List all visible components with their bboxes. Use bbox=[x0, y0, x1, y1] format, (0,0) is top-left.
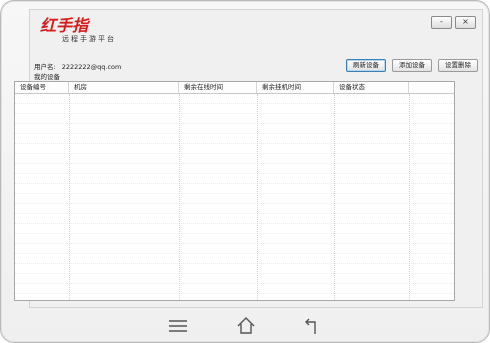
table-row[interactable] bbox=[15, 284, 454, 294]
table-row[interactable] bbox=[15, 274, 454, 284]
username-value: 2222222@qq.com bbox=[61, 63, 122, 71]
table-body bbox=[15, 94, 454, 300]
table-row[interactable] bbox=[15, 144, 454, 154]
close-button[interactable]: × bbox=[455, 16, 476, 29]
logo-brand: 红手指 bbox=[40, 12, 88, 36]
table-row[interactable] bbox=[15, 224, 454, 234]
column-header-device-id[interactable]: 设备编号 bbox=[15, 82, 69, 93]
table-header: 设备编号 机房 剩余在线时间 剩余挂机时间 设备状态 bbox=[15, 82, 454, 94]
logo-tagline: 远程手游平台 bbox=[62, 35, 116, 43]
table-row[interactable] bbox=[15, 264, 454, 274]
home-icon[interactable] bbox=[235, 315, 257, 337]
column-divider bbox=[334, 94, 335, 300]
table-row[interactable] bbox=[15, 94, 454, 104]
app-logo: 红手指 远程手游平台 bbox=[40, 12, 160, 46]
table-row[interactable] bbox=[15, 204, 454, 214]
table-row[interactable] bbox=[15, 174, 454, 184]
table-row[interactable] bbox=[15, 104, 454, 114]
minimize-button[interactable]: - bbox=[431, 16, 452, 29]
column-header-idle-time[interactable]: 剩余挂机时间 bbox=[257, 82, 334, 93]
system-navigation-bar bbox=[1, 311, 489, 341]
tablet-frame: 红手指 远程手游平台 - × 用户名: 2222222@qq.com 我的设备 刷… bbox=[0, 0, 490, 343]
table-row[interactable] bbox=[15, 254, 454, 264]
column-divider bbox=[69, 94, 70, 300]
add-device-button[interactable]: 添加设备 bbox=[392, 59, 432, 72]
table-row[interactable] bbox=[15, 154, 454, 164]
column-header-status[interactable]: 设备状态 bbox=[334, 82, 409, 93]
window-controls: - × bbox=[431, 16, 476, 29]
column-header-room[interactable]: 机房 bbox=[69, 82, 179, 93]
refresh-devices-button[interactable]: 刷新设备 bbox=[346, 59, 386, 72]
column-divider bbox=[179, 94, 180, 300]
column-header-spacer bbox=[409, 82, 454, 93]
table-row[interactable] bbox=[15, 124, 454, 134]
user-info: 用户名: 2222222@qq.com bbox=[34, 61, 121, 71]
column-divider bbox=[409, 94, 410, 300]
empty-rows bbox=[15, 94, 454, 300]
username-label: 用户名: bbox=[34, 63, 56, 71]
table-row[interactable] bbox=[15, 114, 454, 124]
back-icon[interactable] bbox=[303, 315, 325, 337]
table-row[interactable] bbox=[15, 164, 454, 174]
menu-icon[interactable] bbox=[167, 315, 189, 337]
logo-text: 红手指 bbox=[40, 16, 89, 35]
table-row[interactable] bbox=[15, 214, 454, 224]
device-table[interactable]: 设备编号 机房 剩余在线时间 剩余挂机时间 设备状态 bbox=[14, 81, 455, 301]
table-row[interactable] bbox=[15, 244, 454, 254]
toolbar: 刷新设备 添加设备 设置删除 bbox=[346, 59, 478, 72]
device-list-label: 我的设备 bbox=[34, 73, 60, 81]
table-row[interactable] bbox=[15, 234, 454, 244]
table-row[interactable] bbox=[15, 194, 454, 204]
table-row[interactable] bbox=[15, 184, 454, 194]
column-divider bbox=[257, 94, 258, 300]
settings-delete-button[interactable]: 设置删除 bbox=[438, 59, 478, 72]
table-row[interactable] bbox=[15, 134, 454, 144]
table-row[interactable] bbox=[15, 294, 454, 300]
column-header-online-time[interactable]: 剩余在线时间 bbox=[179, 82, 257, 93]
